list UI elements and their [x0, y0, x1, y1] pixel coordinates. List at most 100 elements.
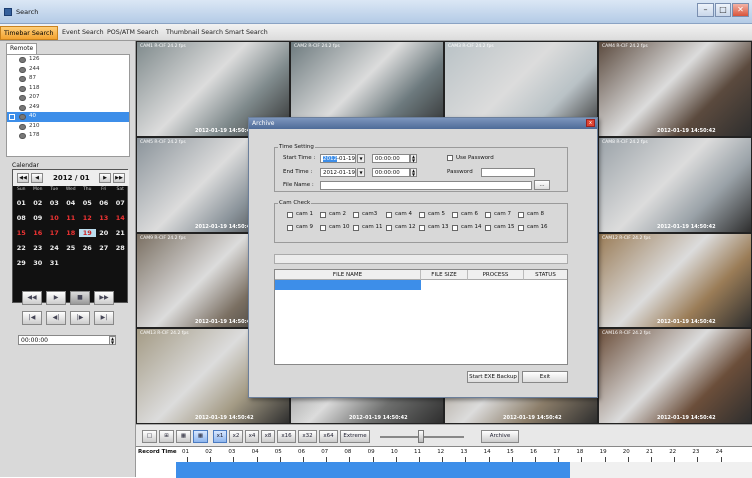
cam-checkbox[interactable]: [485, 225, 491, 231]
speed-button[interactable]: x16: [277, 430, 296, 443]
layout-1-icon[interactable]: □: [142, 430, 157, 443]
remote-tab[interactable]: Remote: [6, 43, 38, 54]
col-file-size[interactable]: FILE SIZE: [421, 270, 468, 280]
camera-tile[interactable]: CAM8 R-CIF 24.2 fps 2012-01-19 14:50:42: [598, 136, 752, 233]
remote-site-item[interactable]: 118: [7, 84, 129, 94]
cam-checkbox[interactable]: [320, 225, 326, 231]
calendar-day[interactable]: 29: [13, 259, 30, 267]
cam-checkbox[interactable]: [320, 212, 326, 218]
remote-site-item[interactable]: 178: [7, 131, 129, 141]
cam-checkbox[interactable]: [485, 212, 491, 218]
calendar-day[interactable]: 18: [63, 229, 80, 237]
calendar-day[interactable]: 10: [46, 214, 63, 222]
start-date-field[interactable]: 2012-01-19: [320, 154, 356, 163]
goto-time-input[interactable]: 00:00:00: [18, 335, 116, 345]
calendar-day[interactable]: 24: [46, 244, 63, 252]
calendar-day[interactable]: 19: [79, 229, 96, 237]
cam-checkbox[interactable]: [452, 212, 458, 218]
tab-pos-atm-search[interactable]: POS/ATM Search: [104, 26, 162, 40]
col-file-name[interactable]: FILE NAME: [275, 270, 421, 280]
unrecorded-segment[interactable]: [570, 462, 752, 478]
prev-month-button[interactable]: ◀: [31, 173, 43, 183]
col-process[interactable]: PROCESS: [468, 270, 524, 280]
calendar-day[interactable]: 08: [13, 214, 30, 222]
camera-tile[interactable]: CAM16 R-CIF 24.2 fps 2012-01-19 14:50:42: [598, 328, 752, 424]
calendar-day[interactable]: 27: [96, 244, 113, 252]
minimize-button[interactable]: –: [697, 3, 714, 17]
step-back-button[interactable]: ◀|: [46, 311, 66, 325]
calendar-day[interactable]: 07: [112, 199, 129, 207]
end-date-field[interactable]: 2012-01-19: [320, 168, 356, 177]
time-spinner[interactable]: ▲ ▼: [109, 336, 116, 345]
dialog-close-icon[interactable]: x: [586, 119, 595, 127]
end-time-field[interactable]: 00:00:00: [372, 168, 410, 177]
cam-checkbox[interactable]: [386, 225, 392, 231]
remote-site-item[interactable]: 249: [7, 103, 129, 113]
cam-checkbox[interactable]: [419, 225, 425, 231]
calendar-day[interactable]: 09: [30, 214, 47, 222]
calendar-day[interactable]: 26: [79, 244, 96, 252]
cam-checkbox[interactable]: [452, 225, 458, 231]
password-field[interactable]: [481, 168, 535, 177]
calendar-day[interactable]: 23: [30, 244, 47, 252]
col-status[interactable]: STATUS: [524, 270, 567, 280]
cam-checkbox[interactable]: [287, 225, 293, 231]
start-exe-backup-button[interactable]: Start EXE Backup: [467, 371, 519, 383]
speed-button[interactable]: x2: [229, 430, 243, 443]
cam-checkbox[interactable]: [518, 225, 524, 231]
calendar-day[interactable]: 22: [13, 244, 30, 252]
calendar-day[interactable]: 16: [30, 229, 47, 237]
camera-tile[interactable]: CAM4 R-CIF 24.2 fps 2012-01-19 14:50:42: [598, 41, 752, 137]
calendar-day[interactable]: 20: [96, 229, 113, 237]
speed-button[interactable]: x32: [298, 430, 317, 443]
layout-16-icon[interactable]: ▦: [193, 430, 208, 443]
fast-forward-button[interactable]: ▶▶: [94, 291, 114, 305]
fast-rewind-button[interactable]: ◀◀: [22, 291, 42, 305]
calendar-day[interactable]: 01: [13, 199, 30, 207]
calendar-day[interactable]: 11: [63, 214, 80, 222]
remote-site-item[interactable]: 207: [7, 93, 129, 103]
start-date-dropdown-icon[interactable]: ▼: [357, 154, 365, 163]
calendar-day[interactable]: 05: [79, 199, 96, 207]
file-name-field[interactable]: [320, 181, 532, 190]
layout-9-icon[interactable]: ▦: [176, 430, 191, 443]
calendar-day[interactable]: 21: [112, 229, 129, 237]
speed-button[interactable]: x8: [261, 430, 275, 443]
close-button[interactable]: ✕: [732, 3, 749, 17]
calendar-day[interactable]: 12: [79, 214, 96, 222]
remote-site-item[interactable]: 87: [7, 74, 129, 84]
calendar-day[interactable]: 14: [112, 214, 129, 222]
use-password-checkbox[interactable]: [447, 155, 453, 161]
calendar-day[interactable]: 02: [30, 199, 47, 207]
cam-checkbox[interactable]: [353, 225, 359, 231]
cam-checkbox[interactable]: [419, 212, 425, 218]
browse-button[interactable]: ...: [534, 180, 550, 190]
speed-slider-thumb[interactable]: [418, 430, 424, 443]
cam-checkbox[interactable]: [287, 212, 293, 218]
exit-button[interactable]: Exit: [522, 371, 568, 383]
maximize-button[interactable]: □: [715, 3, 731, 17]
calendar-day[interactable]: 28: [112, 244, 129, 252]
prev-year-button[interactable]: ◀◀: [17, 173, 29, 183]
expand-box-icon[interactable]: [9, 114, 15, 120]
tab-event-search[interactable]: Event Search: [59, 26, 107, 40]
speed-button[interactable]: x1: [213, 430, 227, 443]
stop-button[interactable]: ■: [70, 291, 90, 305]
layout-4-icon[interactable]: ⊞: [159, 430, 174, 443]
cam-checkbox[interactable]: [353, 212, 359, 218]
go-start-button[interactable]: |◀: [22, 311, 42, 325]
recorded-segment[interactable]: [176, 462, 571, 478]
remote-site-item[interactable]: 126: [7, 55, 129, 65]
start-time-spinner[interactable]: ▲ ▼: [410, 154, 417, 163]
play-button[interactable]: ▶: [46, 291, 66, 305]
calendar-day[interactable]: 15: [13, 229, 30, 237]
calendar-day[interactable]: 03: [46, 199, 63, 207]
tab-smart-search[interactable]: Smart Search: [222, 26, 271, 40]
tab-timebar-search[interactable]: Timebar Search: [0, 26, 58, 40]
start-time-field[interactable]: 00:00:00: [372, 154, 410, 163]
next-year-button[interactable]: ▶▶: [113, 173, 125, 183]
record-timebar[interactable]: Record Time 01 02 03 04 05 06 07 08 09 10 11 12 13 14…: [136, 446, 752, 478]
calendar-day[interactable]: 06: [96, 199, 113, 207]
next-month-button[interactable]: ▶: [99, 173, 111, 183]
calendar-day[interactable]: 31: [46, 259, 63, 267]
